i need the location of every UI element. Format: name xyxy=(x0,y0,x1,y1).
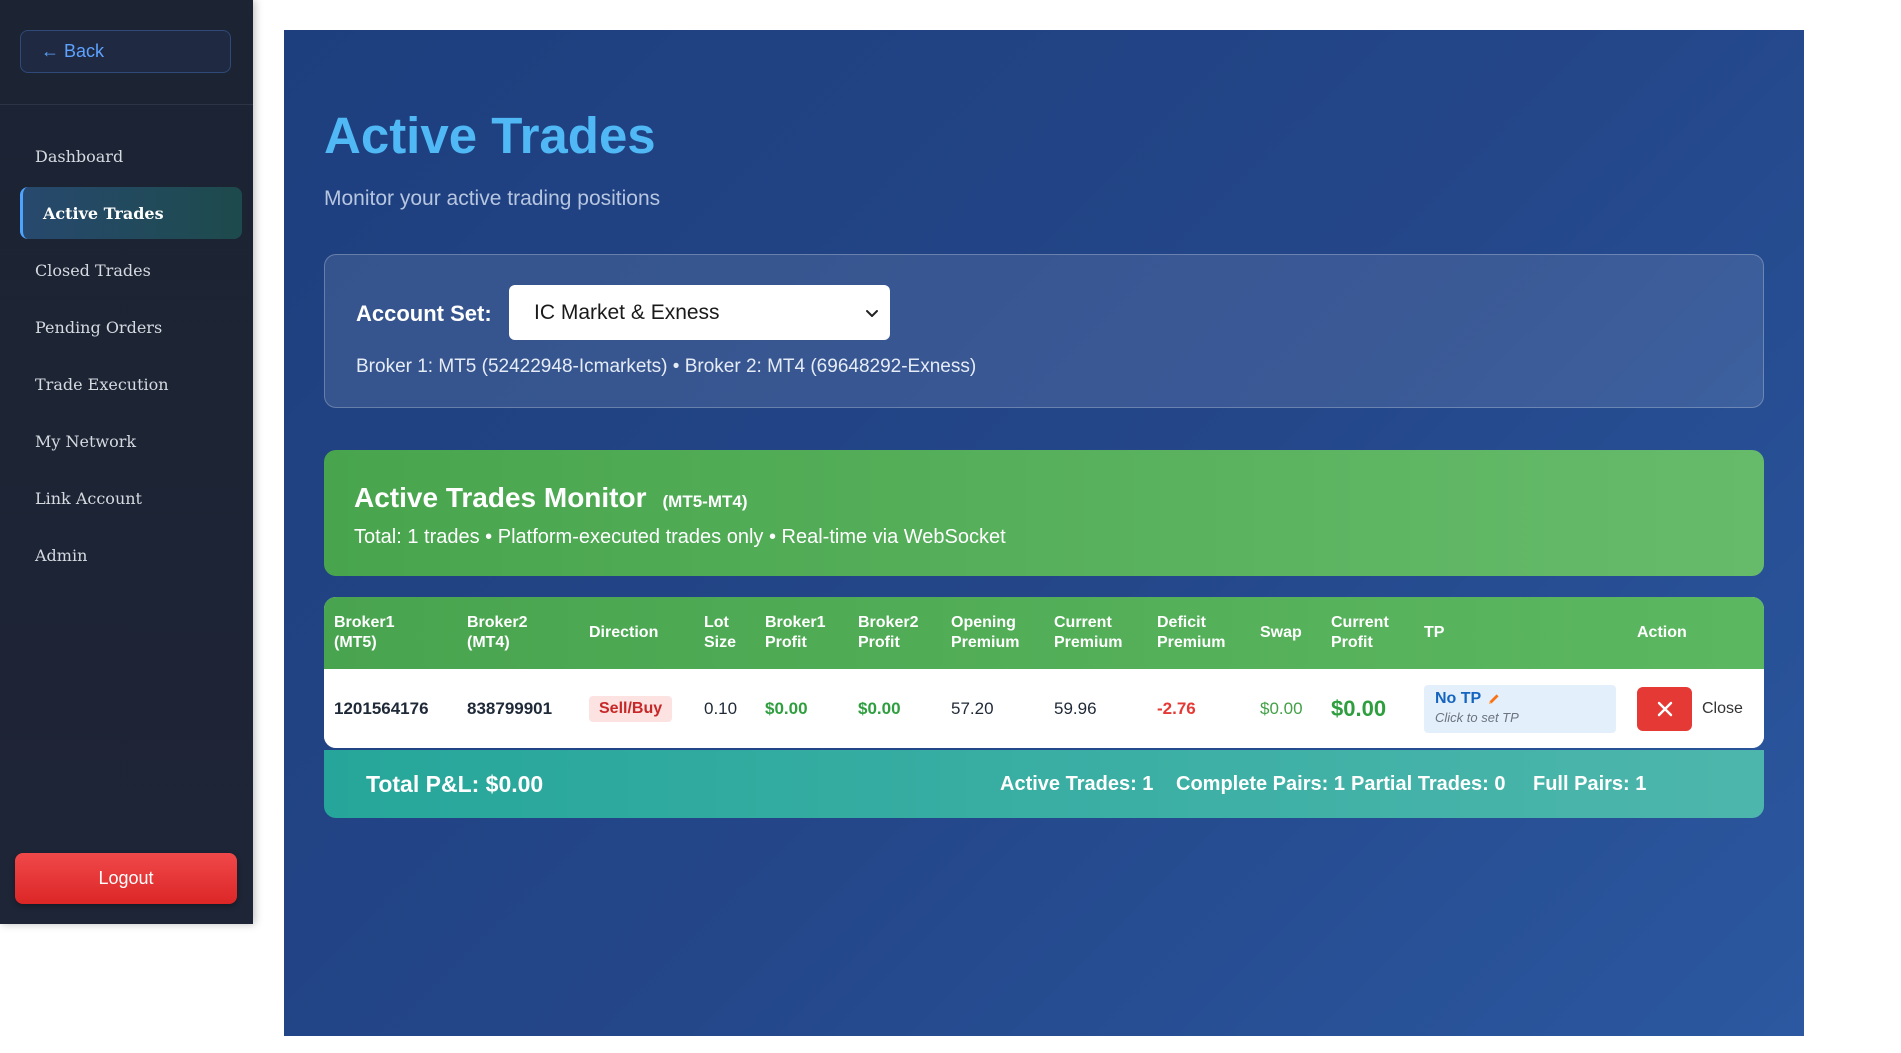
main-content: Active Trades Monitor your active tradin… xyxy=(284,30,1804,1036)
total-pl: Total P&L: $0.00 xyxy=(366,770,544,797)
account-set-select[interactable]: IC Market & Exness xyxy=(509,285,890,340)
tp-hint: Click to set TP xyxy=(1435,710,1519,725)
sidebar-item-trade-execution[interactable]: Trade Execution xyxy=(20,358,242,410)
stat-active-trades: Active Trades: 1 xyxy=(1000,772,1154,795)
monitor-subtitle: (MT5-MT4) xyxy=(662,492,748,511)
broker-info: Broker 1: MT5 (52422948-Icmarkets) • Bro… xyxy=(356,356,977,377)
cell-lot-size: 0.10 xyxy=(704,698,738,718)
stat-partial-trades: Partial Trades: 0 xyxy=(1351,772,1506,795)
stat-full-pairs: Full Pairs: 1 xyxy=(1533,772,1647,795)
pencil-icon xyxy=(1489,694,1499,704)
col-header-tp: TP xyxy=(1424,624,1445,641)
monitor-title-text: Active Trades Monitor xyxy=(354,482,647,513)
page-title: Active Trades xyxy=(324,107,656,164)
sidebar-item-link-account[interactable]: Link Account xyxy=(20,472,242,524)
table-header: Broker1 (MT5) Broker2 (MT4) Direction Lot S… xyxy=(324,597,1764,669)
sidebar-item-my-network[interactable]: My Network xyxy=(20,415,242,467)
table-row: 1201564176 838799901 Sell/Buy 0.10 $0.00… xyxy=(324,669,1764,748)
page-subtitle: Monitor your active trading positions xyxy=(324,187,661,210)
sidebar-nav: Dashboard Active Trades Closed Trades Pe… xyxy=(20,130,242,586)
close-trade-label[interactable]: Close xyxy=(1702,669,1743,748)
col-header-direction: Direction xyxy=(589,624,659,641)
sidebar: ← Back Dashboard Active Trades Closed Tr… xyxy=(0,0,253,924)
sidebar-item-pending-orders[interactable]: Pending Orders xyxy=(20,301,242,353)
col-header-current-premium: Current Premium xyxy=(1054,614,1123,651)
active-trades-table: Broker1 (MT5) Broker2 (MT4) Direction Lot S… xyxy=(324,597,1764,748)
account-set-selected-value: IC Market & Exness xyxy=(534,300,720,324)
monitor-title: Active Trades Monitor (MT5-MT4) xyxy=(354,482,748,514)
sidebar-item-admin[interactable]: Admin xyxy=(20,529,242,581)
tp-label: No TP xyxy=(1435,690,1482,707)
cell-broker2-profit: $0.00 xyxy=(858,698,901,718)
col-header-broker1-profit: Broker1 Profit xyxy=(765,614,826,651)
cell-broker1: 1201564176 xyxy=(334,698,429,718)
close-x-icon xyxy=(1657,701,1672,717)
cell-broker1-profit: $0.00 xyxy=(765,698,808,718)
sidebar-item-closed-trades[interactable]: Closed Trades xyxy=(20,244,242,296)
close-trade-button[interactable] xyxy=(1637,687,1692,731)
col-header-broker1: Broker1 (MT5) xyxy=(334,614,395,651)
cell-deficit-premium: -2.76 xyxy=(1157,698,1196,718)
cell-swap: $0.00 xyxy=(1260,698,1303,718)
sidebar-divider xyxy=(0,104,253,105)
sidebar-item-dashboard[interactable]: Dashboard xyxy=(20,130,242,182)
logout-button[interactable]: Logout xyxy=(15,853,237,904)
stat-complete-pairs: Complete Pairs: 1 xyxy=(1176,772,1345,795)
active-trades-monitor-banner: Active Trades Monitor (MT5-MT4) Total: 1 … xyxy=(324,450,1764,576)
col-header-broker2: Broker2 (MT4) xyxy=(467,614,528,651)
cell-opening-premium: 57.20 xyxy=(951,698,994,718)
cell-direction: Sell/Buy xyxy=(589,669,673,748)
set-tp-button[interactable]: No TP Click to set TP xyxy=(1424,685,1616,733)
direction-badge: Sell/Buy xyxy=(589,695,673,722)
totals-bar: Total P&L: $0.00 Active Trades: 1 Comple… xyxy=(324,750,1764,818)
back-button[interactable]: ← Back xyxy=(20,30,231,73)
col-header-swap: Swap xyxy=(1260,624,1302,641)
col-header-deficit-premium: Deficit Premium xyxy=(1157,614,1226,651)
col-header-current-profit: Current Profit xyxy=(1331,614,1389,651)
cell-current-premium: 59.96 xyxy=(1054,698,1097,718)
account-set-label: Account Set: xyxy=(356,301,492,326)
col-header-opening-premium: Opening Premium xyxy=(951,614,1020,651)
tp-value: No TP xyxy=(1435,690,1605,708)
col-header-action: Action xyxy=(1637,624,1687,641)
account-set-card: Account Set: IC Market & Exness Broker 1… xyxy=(324,254,1764,408)
col-header-lot-size: Lot Size xyxy=(704,614,737,651)
sidebar-item-active-trades[interactable]: Active Trades xyxy=(20,187,242,239)
cell-broker2: 838799901 xyxy=(467,698,553,718)
monitor-description: Total: 1 trades • Platform-executed trad… xyxy=(354,526,1006,548)
col-header-broker2-profit: Broker2 Profit xyxy=(858,614,919,651)
chevron-down-icon xyxy=(866,309,878,317)
cell-current-profit: $0.00 xyxy=(1331,695,1387,721)
